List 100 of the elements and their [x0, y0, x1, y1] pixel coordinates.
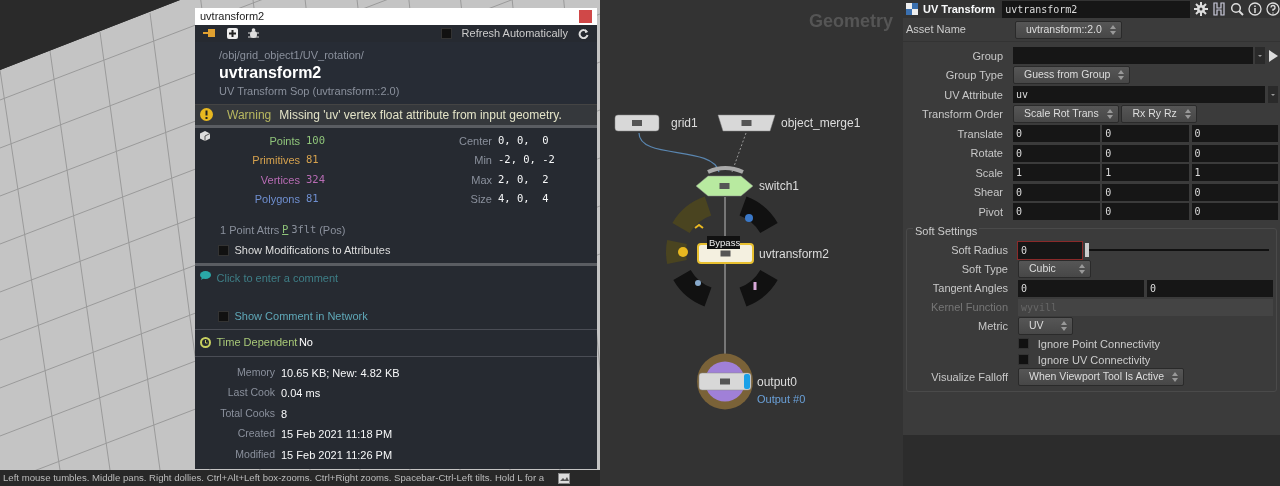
attributes-label: 1 Point Attrs: [220, 222, 280, 238]
stat-label: Last Cook: [226, 385, 275, 400]
window-title: uvtransform2: [200, 9, 265, 25]
count-value: 100: [306, 132, 326, 148]
plus-icon[interactable]: [227, 27, 238, 39]
node-type-icon: [905, 2, 919, 16]
checkbox[interactable]: [1018, 354, 1029, 366]
param-label: Kernel Function: [929, 299, 1008, 315]
node-name-field[interactable]: uvtransform2: [1002, 0, 1190, 18]
stat-value: 10.65 KB; New: 4.82 KB: [281, 365, 401, 381]
count-value: 81: [306, 191, 320, 207]
param-label: Visualize Falloff: [930, 369, 1008, 385]
menu-button[interactable]: uvtransform::2.0: [1015, 20, 1122, 39]
cursor-arrow-icon[interactable]: [1268, 49, 1278, 62]
input-field[interactable]: 0: [1102, 203, 1189, 221]
node-label: uvtransform2: [759, 246, 830, 261]
param-label: Group Type: [944, 68, 1003, 83]
input-field[interactable]: 0: [1018, 279, 1145, 297]
input-field[interactable]: 0: [1013, 183, 1100, 201]
asset-name-label: Asset Name: [906, 22, 967, 38]
pin-icon[interactable]: [203, 28, 217, 39]
checkbox-label: Ignore Point Connectivity: [1037, 336, 1161, 352]
spinner-icon: [1184, 109, 1191, 120]
bounds-value: -2, 0, -2: [498, 152, 556, 168]
refresh-icon[interactable]: [578, 27, 589, 39]
bounds-label: Size: [469, 192, 492, 208]
count-value: 81: [306, 152, 320, 168]
spinner-icon: [1118, 70, 1125, 81]
count-label: Primitives: [251, 153, 300, 169]
node-label: object_merge1: [781, 116, 861, 130]
show-comment-checkbox[interactable]: [218, 310, 229, 322]
comment-field[interactable]: Click to enter a comment: [216, 270, 517, 285]
node-sublabel: Output #0: [757, 392, 806, 405]
input-field[interactable]: [1013, 47, 1253, 65]
network-node[interactable]: [697, 353, 753, 410]
input-field[interactable]: 0: [1191, 125, 1278, 143]
warning-label: Warning: [227, 106, 272, 124]
input-field[interactable]: 0: [1191, 203, 1278, 221]
node-name: uvtransform2: [219, 63, 323, 83]
refresh-label: Refresh Automatically: [461, 26, 568, 41]
modifications-checkbox[interactable]: [218, 245, 229, 257]
info-icon[interactable]: [1248, 2, 1262, 16]
gear-icon[interactable]: [1194, 2, 1208, 16]
network-node[interactable]: [614, 114, 660, 132]
stat-label: Total Cooks: [219, 405, 275, 421]
bounds-value: 4, 0, 4: [498, 191, 550, 207]
param-label: Scale: [974, 165, 1003, 181]
menu-button[interactable]: Scale Rot Trans: [1013, 105, 1119, 124]
refresh-checkbox[interactable]: [440, 27, 452, 39]
warning-icon: [200, 108, 213, 122]
input-field[interactable]: 0: [1191, 183, 1278, 201]
param-label: Shear: [972, 185, 1003, 200]
image-icon[interactable]: [558, 472, 571, 484]
menu-button[interactable]: When Viewport Tool Is Active: [1018, 368, 1184, 386]
help-icon[interactable]: [1266, 2, 1280, 16]
input-field[interactable]: 0: [1191, 144, 1278, 162]
time-dependent-label: Time Dependent: [216, 335, 298, 351]
slider-thumb[interactable]: [1084, 243, 1089, 257]
bounds-label: Center: [457, 133, 492, 149]
input-field[interactable]: 1: [1013, 164, 1100, 182]
network-node[interactable]: [695, 166, 754, 197]
bounds-value: 0, 0, 0: [498, 132, 550, 148]
count-label: Vertices: [259, 172, 300, 188]
param-label: Metric: [977, 318, 1008, 334]
spinner-icon: [1079, 264, 1085, 274]
tooltip: Bypass: [707, 236, 741, 249]
menu-button[interactable]: Cubic: [1018, 260, 1091, 278]
status-bar-text: Left mouse tumbles. Middle pans. Right dollies. Ctrl+Alt+Left box-zooms. Ctrl+Right zooms. Spacebar-Ctrl-Left tilts. Hold L for a: [3, 471, 545, 485]
attribute-name[interactable]: P: [282, 222, 289, 239]
input-field[interactable]: 0: [1146, 279, 1273, 297]
menu-button[interactable]: UV: [1018, 317, 1073, 335]
node-type: UV Transform Sop (uvtransform::2.0): [219, 84, 401, 99]
checkbox[interactable]: [1018, 338, 1029, 350]
count-label: Polygons: [253, 192, 300, 208]
attribute-note: (Pos): [319, 222, 346, 238]
input-field[interactable]: 0: [1018, 241, 1082, 259]
input-field[interactable]: 0: [1102, 125, 1189, 143]
input-field[interactable]: 0: [1102, 183, 1189, 201]
input-field[interactable]: 0: [1013, 203, 1100, 221]
network-node[interactable]: [717, 114, 776, 132]
connection-wire: [731, 132, 747, 173]
input-field[interactable]: 1: [1191, 164, 1278, 182]
menu-button[interactable]: Rx Ry Rz: [1121, 105, 1197, 124]
comment-icon: [200, 270, 211, 280]
input-field[interactable]: 0: [1013, 144, 1100, 162]
search-icon[interactable]: [1230, 2, 1244, 16]
param-label: UV Attribute: [943, 87, 1003, 103]
param-label: Rotate: [969, 146, 1003, 161]
input-field[interactable]: 0: [1013, 125, 1100, 143]
param-label: Pivot: [977, 204, 1003, 220]
menu-button[interactable]: Guess from Group: [1013, 66, 1131, 85]
input-field[interactable]: uv: [1013, 86, 1266, 104]
input-field[interactable]: 0: [1102, 144, 1189, 162]
letter-h-icon[interactable]: [1212, 2, 1226, 16]
stat-value: 0.04 ms: [281, 386, 322, 401]
input-field[interactable]: 1: [1102, 164, 1189, 182]
bug-icon[interactable]: [248, 27, 259, 39]
modifications-label: Show Modifications to Attributes: [234, 243, 391, 259]
cube-icon: [200, 130, 210, 141]
spinner-icon: [1109, 24, 1116, 35]
